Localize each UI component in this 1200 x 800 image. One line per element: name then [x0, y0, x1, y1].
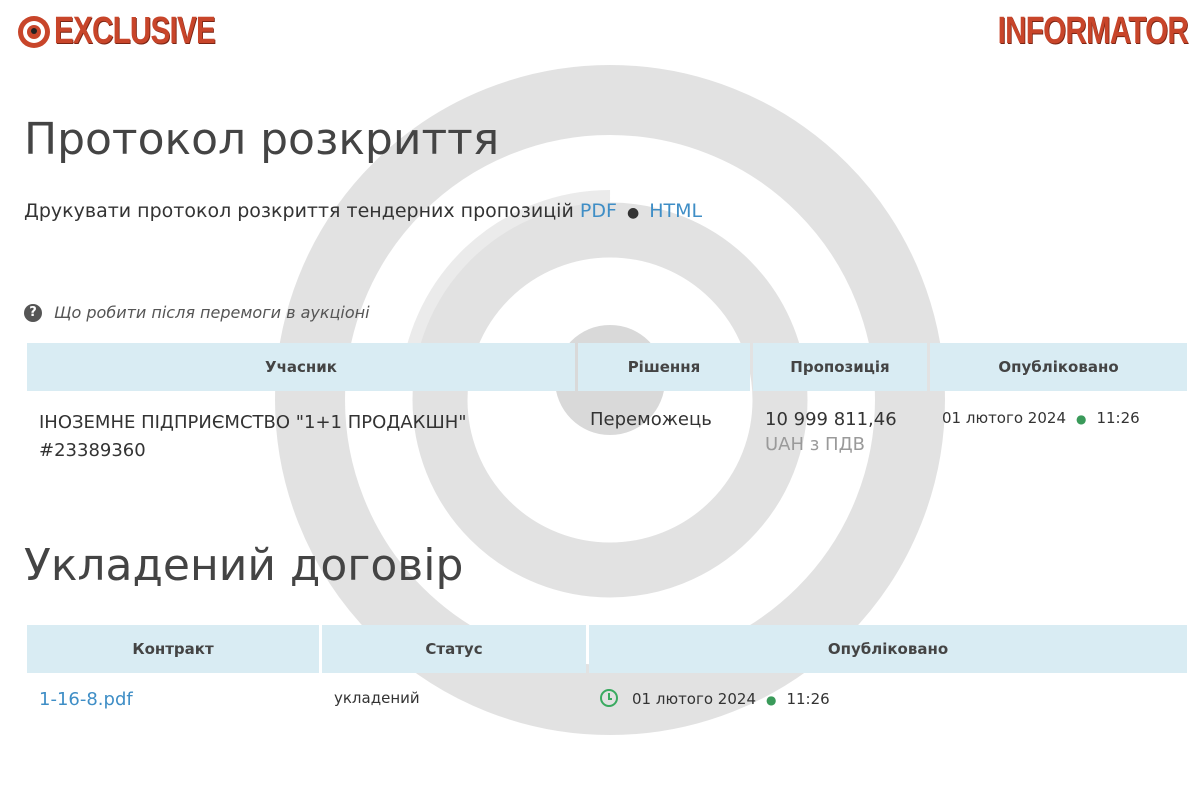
- col-contract: Контракт: [27, 625, 319, 673]
- decision-cell: Переможець: [590, 409, 712, 430]
- offer-cell: 10 999 811,46 UAH з ПДВ: [753, 391, 927, 466]
- participant-name: ІНОЗЕМНЕ ПІДПРИЄМСТВО "1+1 ПРОДАКШН": [39, 412, 467, 433]
- contract-table: Контракт Статус Опубліковано 1-16-8.pdf …: [24, 625, 1190, 711]
- brand-logo-right: INFORMATOR: [944, 10, 1189, 53]
- contract-file-link[interactable]: 1-16-8.pdf: [39, 689, 133, 710]
- offer-amount: 10 999 811,46: [765, 409, 897, 430]
- question-icon: ?: [24, 303, 42, 322]
- eye-logo-icon: [18, 15, 50, 48]
- published-cell: 01 лютого 2024 ● 11:26: [930, 391, 1187, 466]
- published-date: 01 лютого 2024: [942, 409, 1066, 427]
- pdf-link[interactable]: PDF: [580, 200, 617, 222]
- table-row: ІНОЗЕМНЕ ПІДПРИЄМСТВО "1+1 ПРОДАКШН" #23…: [27, 391, 1187, 466]
- bids-table: Учасник Рішення Пропозиція Опубліковано …: [24, 343, 1190, 466]
- published-time: 11:26: [1096, 409, 1140, 427]
- contract-file-cell: 1-16-8.pdf: [27, 673, 319, 711]
- contract-title: Укладений договір: [24, 540, 464, 591]
- participant-id: #23389360: [39, 440, 146, 461]
- bullet-icon: ●: [765, 693, 777, 707]
- brand-informator: INFORMATOR: [997, 10, 1189, 52]
- col-status: Статус: [322, 625, 586, 673]
- brand-logo-left: EXCLUSIVE: [16, 10, 260, 53]
- col-contract-published: Опубліковано: [589, 625, 1187, 673]
- col-decision: Рішення: [578, 343, 750, 391]
- help-link[interactable]: ? Що робити після перемоги в аукціоні: [24, 303, 370, 322]
- separator-dot: ●: [626, 205, 640, 221]
- html-link[interactable]: HTML: [649, 200, 702, 222]
- print-text: Друкувати протокол розкриття тендерних п…: [24, 200, 574, 222]
- col-published: Опубліковано: [930, 343, 1187, 391]
- bids-table-header: Учасник Рішення Пропозиція Опубліковано: [27, 343, 1187, 391]
- offer-currency: UAH з ПДВ: [765, 434, 865, 455]
- table-row: 1-16-8.pdf укладений 01 лютого 2024 ● 11:2…: [27, 673, 1187, 711]
- contract-time: 11:26: [786, 690, 830, 708]
- col-participant: Учасник: [27, 343, 575, 391]
- contract-status: укладений: [334, 689, 420, 707]
- contract-published-cell: 01 лютого 2024 ● 11:26: [589, 673, 1187, 711]
- disclosure-title: Протокол розкриття: [24, 114, 500, 165]
- contract-date: 01 лютого 2024: [632, 690, 756, 708]
- help-link-text[interactable]: Що робити після перемоги в аукціоні: [54, 303, 370, 322]
- brand-exclusive: EXCLUSIVE: [54, 10, 216, 52]
- participant-cell: ІНОЗЕМНЕ ПІДПРИЄМСТВО "1+1 ПРОДАКШН" #23…: [27, 391, 575, 466]
- bullet-icon: ●: [1075, 412, 1087, 426]
- print-protocol-line: Друкувати протокол розкриття тендерних п…: [24, 200, 702, 222]
- contract-table-header: Контракт Статус Опубліковано: [27, 625, 1187, 673]
- col-offer: Пропозиція: [753, 343, 927, 391]
- clock-icon: [600, 689, 618, 707]
